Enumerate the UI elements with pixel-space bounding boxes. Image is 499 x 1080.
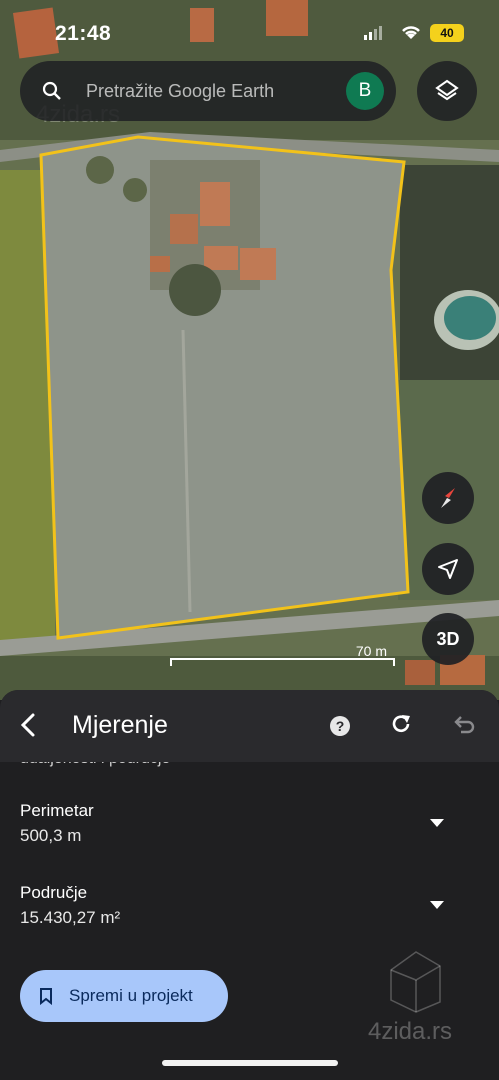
redo-icon[interactable] — [389, 713, 413, 737]
watermark-logo — [390, 951, 441, 1013]
scale-bar: 70 m — [170, 643, 395, 666]
status-time: 21:48 — [55, 22, 112, 45]
panel-title: Mjerenje — [72, 711, 168, 739]
chevron-down-icon[interactable] — [430, 901, 444, 909]
compass-icon — [441, 488, 455, 508]
save-to-project-button[interactable]: Spremi u projekt — [20, 970, 228, 1022]
navigation-arrow-icon — [438, 559, 458, 579]
search-input[interactable]: Pretražite Google Earth — [86, 81, 274, 102]
chevron-down-icon[interactable] — [430, 819, 444, 827]
help-icon[interactable]: ? — [330, 716, 350, 736]
measurement-panel: udaljenosti i područje Mjerenje ? Perime… — [0, 690, 499, 1080]
battery-indicator: 40 — [430, 24, 464, 42]
avatar[interactable]: B — [346, 72, 384, 110]
bookmark-icon — [40, 988, 52, 1005]
cellular-signal-icon — [364, 26, 382, 40]
perimeter-value: 500,3 m — [20, 826, 82, 845]
undo-icon[interactable] — [451, 714, 475, 736]
wifi-icon — [402, 26, 420, 39]
scale-label: 70 m — [355, 643, 387, 659]
search-icon — [42, 81, 61, 100]
perimeter-label: Perimetar — [20, 801, 94, 820]
layers-button[interactable] — [417, 61, 477, 121]
my-location-button[interactable] — [422, 543, 474, 595]
perimeter-row[interactable]: Perimetar 500,3 m — [0, 801, 499, 861]
panel-header: Mjerenje ? — [0, 690, 499, 762]
area-label: Područje — [20, 883, 88, 902]
watermark-text: 4zida.rs — [368, 1018, 453, 1045]
search-bar[interactable]: Pretražite Google Earth B — [20, 61, 396, 121]
back-arrow-icon[interactable] — [14, 710, 44, 740]
satellite-map[interactable]: 4zida.rs 21:48 40 Pretražite Google Eart… — [0, 0, 499, 700]
scale-ruler — [170, 658, 395, 666]
status-bar: 21:48 40 — [0, 18, 499, 48]
area-row[interactable]: Područje 15.430,27 m² — [0, 883, 499, 943]
3d-toggle-button[interactable]: 3D — [422, 613, 474, 665]
layers-icon — [435, 79, 459, 101]
area-value: 15.430,27 m² — [20, 908, 121, 927]
compass-button[interactable] — [422, 472, 474, 524]
save-button-label: Spremi u projekt — [69, 986, 193, 1005]
home-indicator[interactable] — [162, 1060, 338, 1066]
